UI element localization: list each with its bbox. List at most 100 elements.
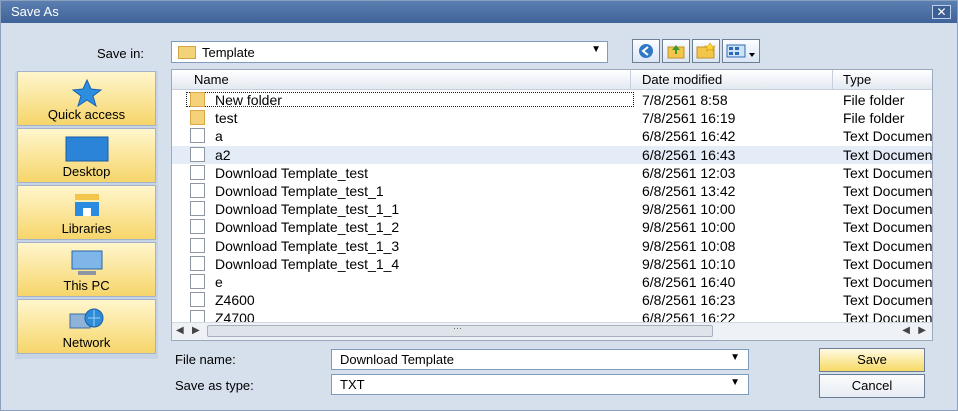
file-row[interactable]: Z4600 6/8/2561 16:23 Text Document xyxy=(172,291,932,309)
file-date-modified: 6/8/2561 16:40 xyxy=(642,274,736,290)
text-document-icon xyxy=(190,292,205,308)
place-libraries[interactable]: Libraries xyxy=(17,185,156,240)
computer-icon xyxy=(71,250,102,275)
file-date-modified: 9/8/2561 10:08 xyxy=(642,237,736,254)
file-name: Download Template_test_1_1 xyxy=(215,201,400,218)
file-name: a2 xyxy=(215,146,231,163)
file-name: Download Template_test_1_4 xyxy=(215,255,400,272)
text-document-icon xyxy=(190,183,205,198)
text-document-icon xyxy=(190,128,205,144)
file-date-modified: 9/8/2561 10:10 xyxy=(642,255,736,272)
file-row[interactable]: a2 6/8/2561 16:43 Text Document xyxy=(172,145,933,164)
cancel-button[interactable]: Cancel xyxy=(819,374,925,398)
file-list[interactable]: Name Date modified Type New folder 7/8/25… xyxy=(171,69,933,341)
save-as-type-dropdown[interactable]: TXT ▼ xyxy=(331,374,749,395)
up-folder-button[interactable] xyxy=(662,39,690,63)
file-date-modified: 6/8/2561 12:03 xyxy=(642,164,736,181)
view-menu-icon xyxy=(726,44,755,58)
file-date-modified: 6/8/2561 16:42 xyxy=(642,128,736,145)
text-document-icon xyxy=(190,201,205,217)
text-document-icon xyxy=(190,146,205,162)
text-document-icon xyxy=(190,164,205,180)
place-this-pc[interactable]: This PC xyxy=(17,242,156,297)
window-title: Save As xyxy=(11,4,59,19)
file-type: Text Document xyxy=(843,128,933,145)
column-header-type[interactable]: Type xyxy=(843,72,871,87)
desktop-icon xyxy=(65,136,108,162)
file-row[interactable]: Download Template_test_1 6/8/2561 13:42 Te… xyxy=(172,182,932,200)
file-row[interactable]: New folder 7/8/2561 8:58 File folder xyxy=(172,91,932,109)
file-row[interactable]: e 6/8/2561 16:40 Text Document xyxy=(172,273,932,291)
file-name: test xyxy=(215,110,238,127)
file-name: New folder xyxy=(215,92,282,108)
file-type: Text Document xyxy=(843,201,933,218)
save-in-value: Template xyxy=(202,45,255,60)
folder-icon xyxy=(190,92,205,107)
file-row[interactable]: Download Template_test_1_1 9/8/2561 10:00… xyxy=(172,200,932,218)
save-as-type-value: TXT xyxy=(340,377,365,392)
text-document-icon xyxy=(190,274,205,289)
place-label: Network xyxy=(62,335,111,350)
file-name: a xyxy=(215,128,223,145)
save-button[interactable]: Save xyxy=(819,348,925,372)
new-folder-button[interactable] xyxy=(692,39,720,63)
file-row[interactable]: Download Template_test 6/8/2561 12:03 Text… xyxy=(172,164,932,182)
file-type: Text Document xyxy=(843,183,933,199)
file-row[interactable]: Download Template_test_1_4 9/8/2561 10:10… xyxy=(172,255,932,273)
chevron-down-icon[interactable]: ▼ xyxy=(591,44,601,55)
scroll-left-icon[interactable]: ◀ xyxy=(176,325,184,336)
scroll-thumb[interactable]: ⋯ xyxy=(207,323,713,337)
grip-icon: ⋯ xyxy=(453,323,462,333)
view-menu-button[interactable] xyxy=(722,39,760,63)
column-header-date[interactable]: Date modified xyxy=(642,72,722,87)
file-name: Download Template_test xyxy=(215,164,369,181)
file-type: File folder xyxy=(843,110,905,127)
file-list-header: Name Date modified Type xyxy=(172,70,932,90)
file-row[interactable]: a 6/8/2561 16:42 Text Document xyxy=(172,127,932,145)
folder-icon xyxy=(178,46,196,59)
file-type: Text Document xyxy=(843,146,933,163)
scroll-right-icon[interactable]: ▶ xyxy=(192,325,200,336)
column-divider[interactable] xyxy=(832,70,833,89)
file-type: Text Document xyxy=(843,255,933,272)
place-desktop[interactable]: Desktop xyxy=(17,128,156,183)
place-label: Libraries xyxy=(61,221,112,236)
place-network[interactable]: Network xyxy=(17,299,156,354)
places-bar: Quick access Desktop Libraries This PC N… xyxy=(15,71,158,359)
file-date-modified: 9/8/2561 10:00 xyxy=(642,201,736,218)
place-label: Desktop xyxy=(62,164,111,179)
file-row[interactable]: test 7/8/2561 16:19 File folder xyxy=(172,109,932,127)
chevron-down-icon[interactable]: ▼ xyxy=(730,377,740,388)
file-row[interactable]: Download Template_test_1_2 9/8/2561 10:00… xyxy=(172,218,932,236)
file-row[interactable]: Download Template_test_1_3 9/8/2561 10:08… xyxy=(172,237,932,255)
file-name: Z4600 xyxy=(215,292,255,309)
back-icon xyxy=(639,44,653,58)
file-name-value[interactable]: Download Template xyxy=(340,352,454,367)
save-in-dropdown[interactable]: Template ▼ xyxy=(171,41,608,63)
scroll-right-icon[interactable]: ▶ xyxy=(918,325,926,336)
chevron-down-icon[interactable]: ▼ xyxy=(730,352,740,363)
place-label: Quick access xyxy=(47,107,126,122)
file-name: Download Template_test_1 xyxy=(215,183,384,199)
column-header-name[interactable]: Name xyxy=(194,72,229,87)
libraries-icon xyxy=(74,194,99,216)
save-as-type-label: Save as type: xyxy=(175,378,254,393)
file-type: Text Document xyxy=(843,292,933,309)
text-document-icon xyxy=(190,255,205,271)
column-divider[interactable] xyxy=(630,70,631,89)
up-folder-icon xyxy=(667,45,685,59)
close-button[interactable]: ✕ xyxy=(932,5,951,19)
folder-icon xyxy=(190,110,205,126)
file-type: File folder xyxy=(843,92,905,108)
back-button[interactable] xyxy=(632,39,660,63)
place-quick-access[interactable]: Quick access xyxy=(17,71,156,126)
horizontal-scrollbar[interactable]: ◀ ▶ ⋯ ◀ ▶ xyxy=(172,322,932,340)
save-as-dialog: Save As ✕ Save in: Template ▼ Quick acce… xyxy=(0,0,958,411)
file-date-modified: 9/8/2561 10:00 xyxy=(642,219,736,236)
file-date-modified: 7/8/2561 8:58 xyxy=(642,92,728,108)
file-type: Text Document xyxy=(843,219,933,236)
file-date-modified: 6/8/2561 16:43 xyxy=(642,146,736,163)
title-bar[interactable]: Save As ✕ xyxy=(1,1,957,23)
file-name-field[interactable]: Download Template ▼ xyxy=(331,349,749,370)
scroll-left-icon[interactable]: ◀ xyxy=(902,325,910,336)
